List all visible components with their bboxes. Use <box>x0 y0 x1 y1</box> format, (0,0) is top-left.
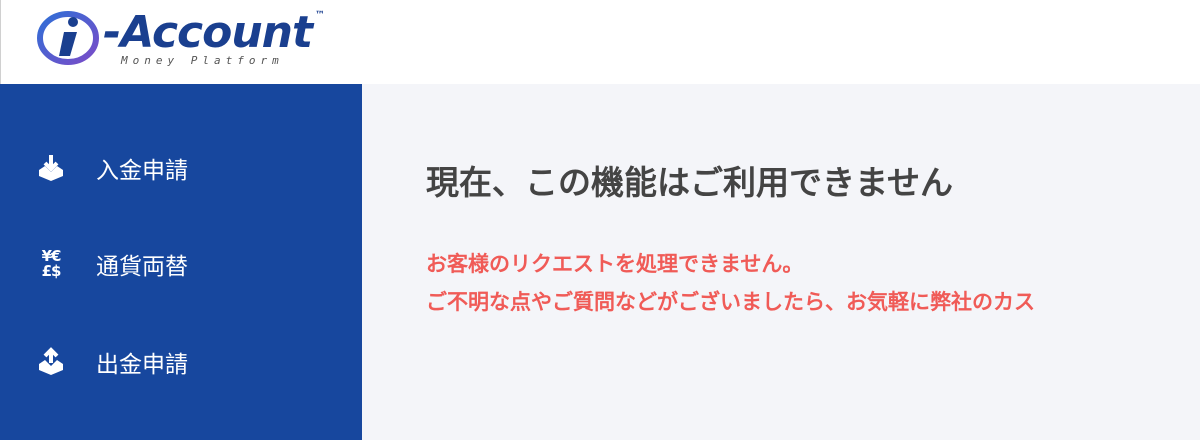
deposit-icon <box>36 153 66 183</box>
sidebar-item-currency-exchange[interactable]: ¥€ £$ 通貨両替 <box>0 234 362 294</box>
brand-logo-mark-icon <box>37 11 99 65</box>
withdraw-icon <box>36 347 66 377</box>
sidebar-item-label: 出金申請 <box>96 352 188 378</box>
brand-trademark: ™ <box>315 10 325 21</box>
error-message-line-1: お客様のリクエストを処理できません。 <box>426 252 804 276</box>
sidebar: 入金申請 ¥€ £$ 通貨両替 出金申請 <box>0 84 362 440</box>
sidebar-item-label: 入金申請 <box>96 158 188 184</box>
main-content: 現在、この機能はご利用できません お客様のリクエストを処理できません。 ご不明な… <box>362 84 1200 440</box>
page: -Account ™ Money Platform 入金申請 ¥€ £$ 通貨両替 <box>0 0 1200 440</box>
header: -Account ™ Money Platform <box>0 0 1200 84</box>
brand-logo[interactable]: -Account ™ Money Platform <box>37 4 337 76</box>
page-title: 現在、この機能はご利用できません <box>426 163 954 202</box>
sidebar-item-label: 通貨両替 <box>96 254 188 280</box>
currency-exchange-icon: ¥€ £$ <box>41 247 62 280</box>
sidebar-item-deposit[interactable]: 入金申請 <box>0 138 362 198</box>
sidebar-item-withdraw[interactable]: 出金申請 <box>0 332 362 392</box>
brand-tagline: Money Platform <box>121 54 284 67</box>
error-message-line-2: ご不明な点やご質問などがございましたら、お気軽に弊社のカス <box>426 290 1035 314</box>
